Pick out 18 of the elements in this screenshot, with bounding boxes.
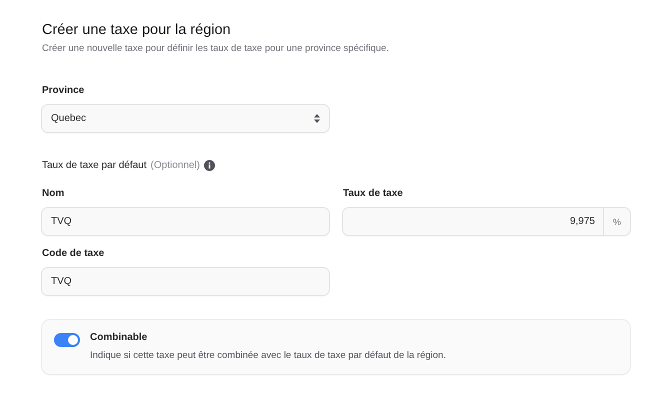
field-label: Province xyxy=(42,85,84,96)
input-field[interactable]: TVQ xyxy=(42,208,329,235)
section-heading: Taux de taxe par défaut xyxy=(42,160,147,171)
field-label: Nom xyxy=(42,188,64,199)
input-field[interactable]: TVQ xyxy=(42,268,329,295)
field-label: Code de taxe xyxy=(42,248,104,259)
optional-hint: (Optionnel) xyxy=(150,160,200,171)
page-title: Créer une taxe pour la région xyxy=(42,22,231,38)
input-field[interactable]: 9,975 xyxy=(343,208,604,235)
info-icon[interactable] xyxy=(204,160,215,171)
toggle-label: Combinable xyxy=(90,332,148,343)
percent-suffix: % xyxy=(604,208,630,235)
page-subtitle: Créer une nouvelle taxe pour définir les taux de taxe pour une province spécifique. xyxy=(42,43,389,54)
chevron-up-down-icon xyxy=(314,114,320,123)
toggle-switch[interactable] xyxy=(54,333,80,347)
field-label: Taux de taxe xyxy=(343,188,403,199)
province-select[interactable]: Quebec xyxy=(42,105,329,132)
toggle-description: Indique si cette taxe peut être combinée avec le taux de taxe par défaut de la région. xyxy=(90,350,446,361)
